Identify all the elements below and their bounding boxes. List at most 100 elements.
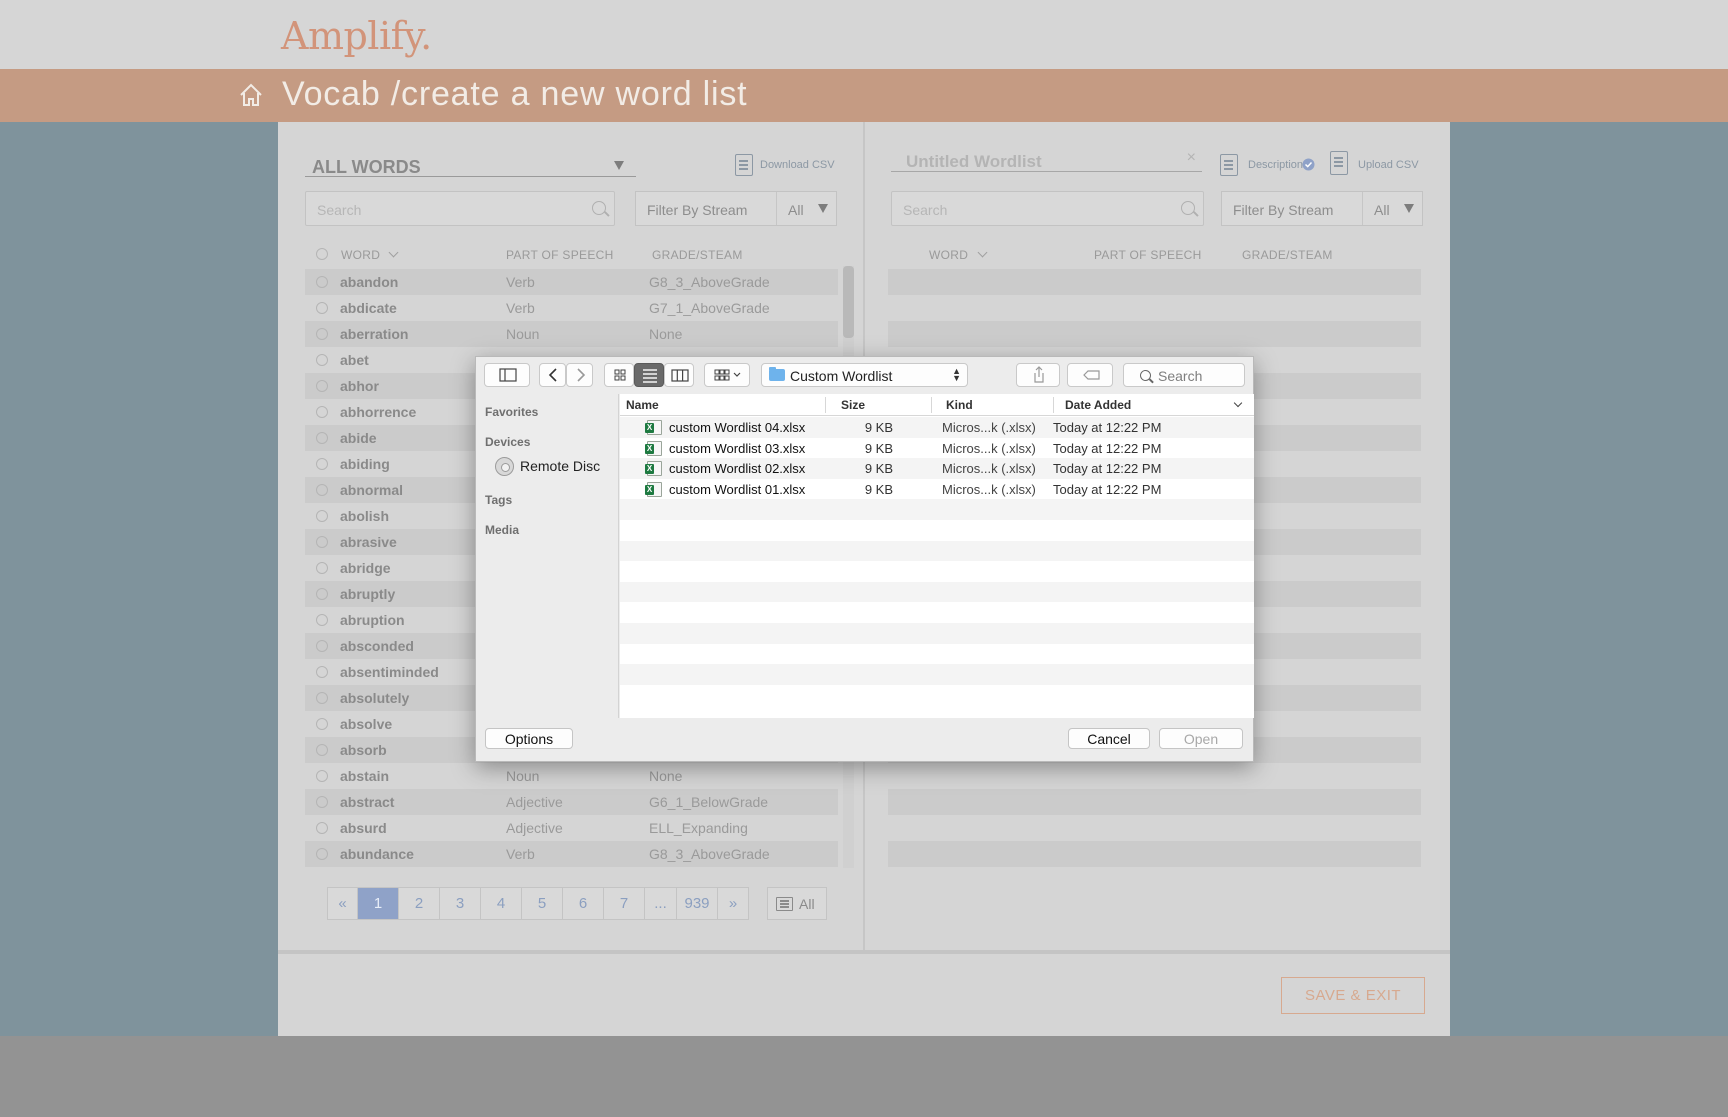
col-sep [825, 397, 826, 413]
show-all-button[interactable]: All [767, 887, 827, 920]
file-list-header: Name Size Kind Date Added [620, 394, 1254, 416]
left-stream-filter[interactable]: Filter By Stream All [635, 191, 837, 226]
clear-title-icon[interactable]: × [1187, 149, 1196, 167]
word-row[interactable]: abstract Adjective G6_1_BelowGrade [305, 789, 838, 815]
word-select-radio[interactable] [316, 588, 328, 600]
word-select-radio[interactable] [316, 796, 328, 808]
page-button[interactable]: 4 [481, 888, 522, 919]
page-button[interactable]: 5 [522, 888, 563, 919]
select-all-radio[interactable] [316, 248, 328, 260]
file-size: 9 KB [864, 461, 893, 477]
word-row[interactable]: abstain Noun None [305, 763, 838, 789]
word-text: absolutely [340, 690, 410, 706]
page-button[interactable]: » [718, 888, 748, 919]
col-name[interactable]: Name [626, 398, 659, 412]
column-view-button[interactable] [664, 363, 694, 387]
word-row[interactable]: aberration Noun None [305, 321, 838, 347]
word-select-radio[interactable] [316, 536, 328, 548]
sidebar-media[interactable]: Media [485, 523, 519, 537]
word-select-radio[interactable] [316, 562, 328, 574]
col-word[interactable]: WORD [341, 248, 380, 262]
right-search-input[interactable]: Search [891, 191, 1204, 226]
word-select-radio[interactable] [316, 718, 328, 730]
open-button[interactable]: Open [1159, 728, 1243, 749]
empty-row [888, 815, 1421, 841]
upload-csv-icon[interactable] [1330, 151, 1348, 175]
word-select-radio[interactable] [316, 484, 328, 496]
file-row[interactable]: custom Wordlist 02.xlsx 9 KB Micros...k (.… [620, 458, 1254, 479]
word-select-radio[interactable] [316, 692, 328, 704]
home-icon[interactable] [238, 82, 264, 108]
word-select-radio[interactable] [316, 510, 328, 522]
tag-button[interactable] [1067, 363, 1113, 387]
word-select-radio[interactable] [316, 770, 328, 782]
file-row[interactable]: custom Wordlist 04.xlsx 9 KB Micros...k (.… [620, 417, 1254, 438]
word-select-radio[interactable] [316, 666, 328, 678]
col-word-right[interactable]: WORD [929, 248, 968, 262]
word-row[interactable]: abundance Verb G8_3_AboveGrade [305, 841, 838, 867]
dialog-search-input[interactable]: Search [1123, 363, 1245, 387]
word-select-radio[interactable] [316, 744, 328, 756]
icon-view-button[interactable] [604, 363, 634, 387]
file-row[interactable]: custom Wordlist 03.xlsx 9 KB Micros...k (.… [620, 438, 1254, 459]
forward-button[interactable] [566, 363, 593, 387]
page-button[interactable]: 3 [440, 888, 481, 919]
page-button[interactable]: 1 [358, 888, 399, 919]
wordlist-title-input[interactable]: Untitled Wordlist × [891, 147, 1202, 172]
word-row[interactable]: abandon Verb G8_3_AboveGrade [305, 269, 838, 295]
col-kind[interactable]: Kind [946, 398, 973, 412]
download-csv-icon[interactable] [735, 154, 753, 176]
page-button[interactable]: 939 [677, 888, 718, 919]
sidebar-tags[interactable]: Tags [485, 493, 512, 507]
upload-csv-link[interactable]: Upload CSV [1358, 159, 1419, 171]
word-select-radio[interactable] [316, 822, 328, 834]
description-icon[interactable] [1220, 154, 1238, 176]
word-select-radio[interactable] [316, 302, 328, 314]
page-button[interactable]: 7 [604, 888, 645, 919]
word-select-radio[interactable] [316, 458, 328, 470]
col-size[interactable]: Size [841, 398, 865, 412]
page-button[interactable]: « [328, 888, 358, 919]
sidebar-favorites[interactable]: Favorites [485, 405, 538, 419]
left-search-input[interactable]: Search [305, 191, 615, 226]
share-button[interactable] [1016, 363, 1060, 387]
word-select-radio[interactable] [316, 380, 328, 392]
page-button[interactable]: 2 [399, 888, 440, 919]
save-exit-button[interactable]: SAVE & EXIT [1281, 977, 1425, 1014]
arrange-button[interactable] [704, 363, 750, 387]
word-select-radio[interactable] [316, 354, 328, 366]
empty-file-row [620, 644, 1254, 665]
cancel-button[interactable]: Cancel [1068, 728, 1150, 749]
right-stream-filter[interactable]: Filter By Stream All [1221, 191, 1423, 226]
folder-path-popup[interactable]: Custom Wordlist ▲ ▼ [761, 363, 968, 387]
chevron-right-icon [577, 368, 586, 382]
page-button[interactable]: ... [645, 888, 677, 919]
file-row[interactable]: custom Wordlist 01.xlsx 9 KB Micros...k (.… [620, 479, 1254, 500]
word-source-dropdown[interactable]: ALL WORDS [305, 155, 636, 177]
sidebar-item-remote-disc[interactable]: Remote Disc [520, 458, 600, 474]
download-csv-link[interactable]: Download CSV [760, 159, 835, 171]
file-name: custom Wordlist 02.xlsx [669, 461, 806, 477]
sidebar-toggle-button[interactable] [484, 363, 530, 387]
word-select-radio[interactable] [316, 276, 328, 288]
word-select-radio[interactable] [316, 848, 328, 860]
word-row[interactable]: abdicate Verb G7_1_AboveGrade [305, 295, 838, 321]
sort-chevron-down-icon[interactable] [1233, 398, 1243, 408]
options-button[interactable]: Options [485, 728, 573, 749]
description-link[interactable]: Description [1248, 159, 1303, 171]
word-select-radio[interactable] [316, 432, 328, 444]
list-view-button[interactable] [634, 363, 664, 387]
sidebar-devices[interactable]: Devices [485, 435, 530, 449]
page-button[interactable]: 6 [563, 888, 604, 919]
word-list-scroll-thumb[interactable] [843, 266, 854, 338]
word-select-radio[interactable] [316, 614, 328, 626]
back-button[interactable] [539, 363, 566, 387]
amplify-logo[interactable]: Amplify. [281, 14, 432, 58]
bottom-band [0, 1036, 1728, 1117]
col-date-added[interactable]: Date Added [1065, 398, 1131, 412]
remote-disc-icon[interactable] [495, 457, 514, 476]
word-row[interactable]: absurd Adjective ELL_Expanding [305, 815, 838, 841]
word-select-radio[interactable] [316, 328, 328, 340]
word-select-radio[interactable] [316, 640, 328, 652]
word-select-radio[interactable] [316, 406, 328, 418]
